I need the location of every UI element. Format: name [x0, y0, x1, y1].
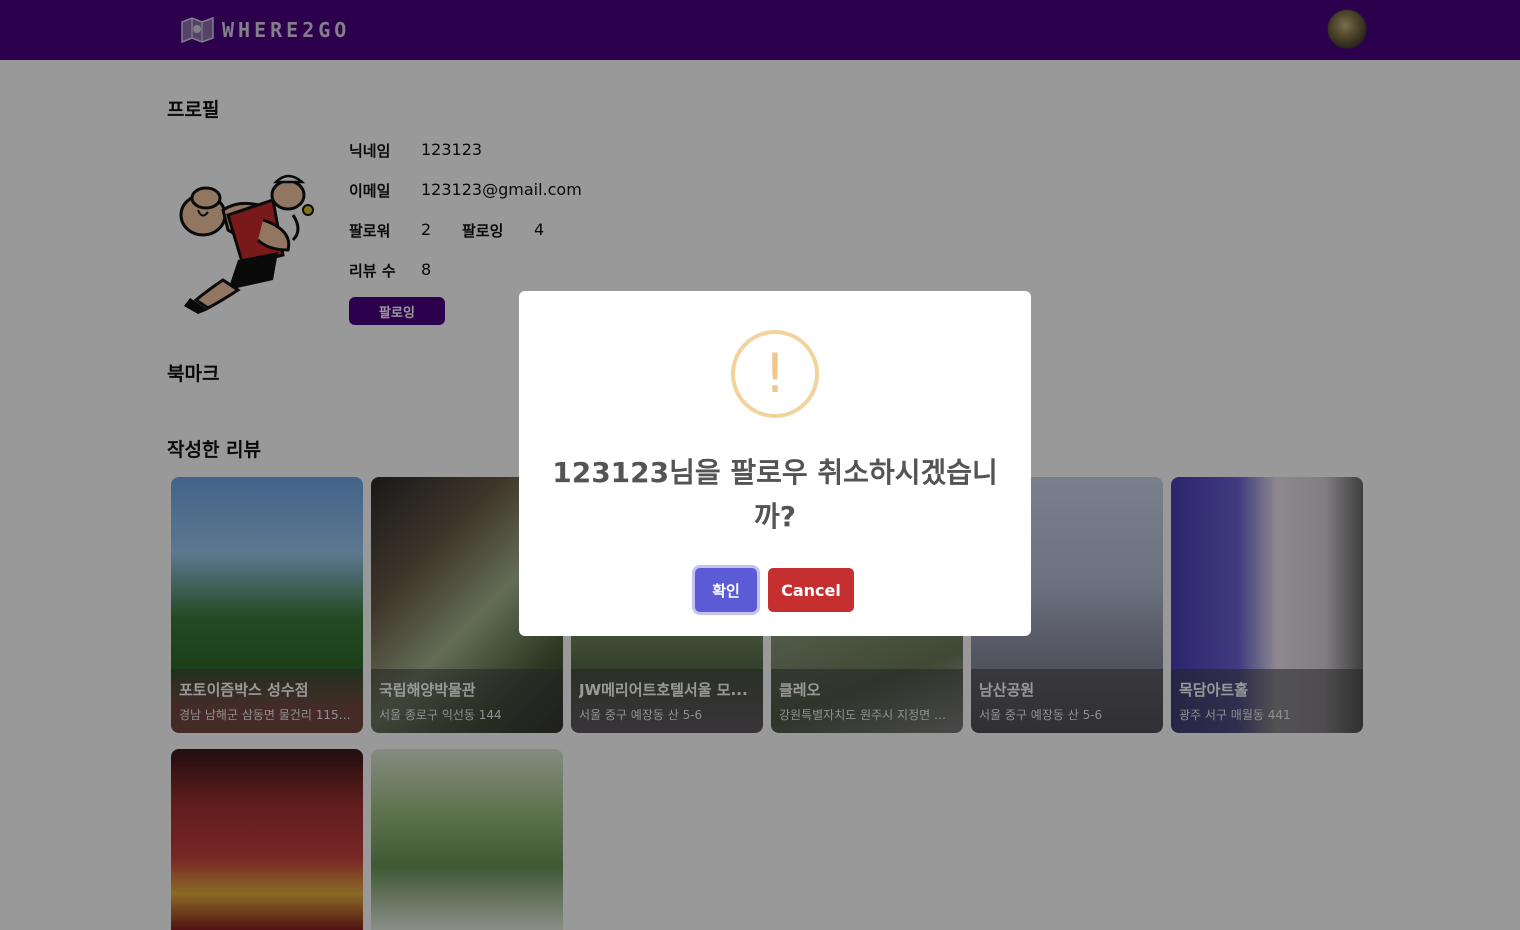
- confirm-dialog: ! 123123님을 팔로우 취소하시겠습니까? 확인 Cancel: [519, 291, 1031, 636]
- app-root: WHERE2GO 프로필 닉네임 123123 이메일 123123@gmail…: [0, 0, 1520, 930]
- cancel-button[interactable]: Cancel: [768, 568, 854, 612]
- dialog-title: 123123님을 팔로우 취소하시겠습니까?: [552, 456, 998, 533]
- exclamation-icon: !: [731, 330, 819, 418]
- confirm-button[interactable]: 확인: [695, 568, 757, 612]
